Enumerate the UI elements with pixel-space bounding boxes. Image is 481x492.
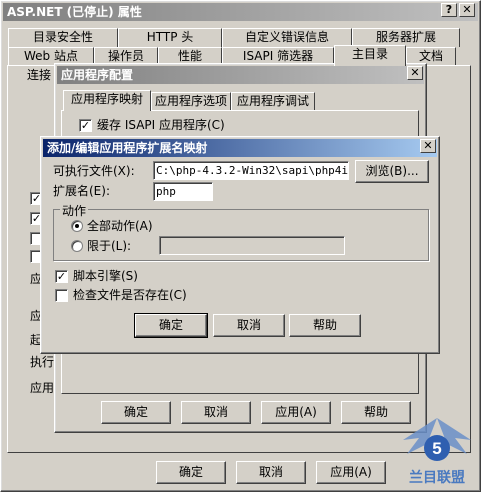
- ext-ok-button[interactable]: 确定: [134, 313, 208, 338]
- tab-http-headers[interactable]: HTTP 头: [118, 28, 222, 47]
- main-apply-button[interactable]: 应用(A): [316, 461, 386, 484]
- close-icon[interactable]: ✕: [459, 3, 475, 17]
- config-apply-button[interactable]: 应用(A): [261, 401, 331, 424]
- app-config-title: 应用程序配置: [57, 66, 424, 84]
- tab-custom-errors[interactable]: 自定义错误信息: [222, 28, 352, 47]
- tab-directory-security[interactable]: 目录安全性: [8, 28, 118, 47]
- close-icon[interactable]: ✕: [407, 66, 423, 80]
- help-button[interactable]: ?: [441, 3, 457, 17]
- watermark-badge-text: 5: [432, 439, 441, 458]
- limit-to-label: 限于(L):: [87, 239, 132, 253]
- main-ok-button[interactable]: 确定: [156, 461, 226, 484]
- limit-to-input[interactable]: [159, 236, 345, 255]
- watermark-text: 兰目联盟: [409, 469, 465, 486]
- ext-mapping-title: 添加/编辑应用程序扩展名映射: [43, 139, 437, 157]
- main-cancel-button[interactable]: 取消: [236, 461, 306, 484]
- tab-app-options[interactable]: 应用程序选项: [151, 92, 231, 111]
- all-verbs-radio[interactable]: [71, 220, 83, 232]
- config-ok-button[interactable]: 确定: [101, 401, 171, 424]
- verbs-group-label: 动作: [60, 202, 89, 219]
- all-verbs-label: 全部动作(A): [87, 219, 153, 233]
- watermark-logo: 5 兰目联盟: [403, 418, 471, 486]
- cache-isapi-label: 缓存 ISAPI 应用程序(C): [97, 118, 225, 132]
- ext-cancel-button[interactable]: 取消: [213, 314, 285, 337]
- extension-input[interactable]: php: [153, 182, 213, 201]
- cache-isapi-checkbox[interactable]: ✓: [79, 119, 92, 132]
- ext-mapping-dialog: 添加/编辑应用程序扩展名映射 ✕ 可执行文件(X): C:\php-4.3.2-…: [40, 136, 440, 354]
- tab-home-directory[interactable]: 主目录: [334, 45, 406, 66]
- script-engine-label: 脚本引擎(S): [73, 269, 138, 283]
- connection-label: 连接: [27, 68, 52, 82]
- close-icon[interactable]: ✕: [420, 139, 436, 153]
- check-file-exists-label: 检查文件是否存在(C): [73, 288, 187, 302]
- script-engine-checkbox[interactable]: ✓: [55, 270, 68, 283]
- check-file-exists-checkbox[interactable]: [55, 289, 68, 302]
- limit-to-radio[interactable]: [71, 240, 83, 252]
- side-label-4: 执行: [30, 355, 55, 369]
- tab-app-mappings[interactable]: 应用程序映射: [63, 90, 151, 111]
- properties-title: ASP.NET (已停止) 属性: [3, 3, 478, 21]
- executable-label: 可执行文件(X):: [53, 164, 135, 178]
- extension-label: 扩展名(E):: [53, 184, 110, 198]
- tab-app-debugging[interactable]: 应用程序调试: [231, 92, 315, 111]
- config-cancel-button[interactable]: 取消: [181, 401, 251, 424]
- side-label-5: 应用: [30, 381, 55, 395]
- executable-input[interactable]: C:\php-4.3.2-Win32\sapi\php4isapi.dll: [153, 161, 349, 180]
- ext-help-button[interactable]: 帮助: [289, 314, 361, 337]
- browse-button[interactable]: 浏览(B)...: [355, 160, 429, 183]
